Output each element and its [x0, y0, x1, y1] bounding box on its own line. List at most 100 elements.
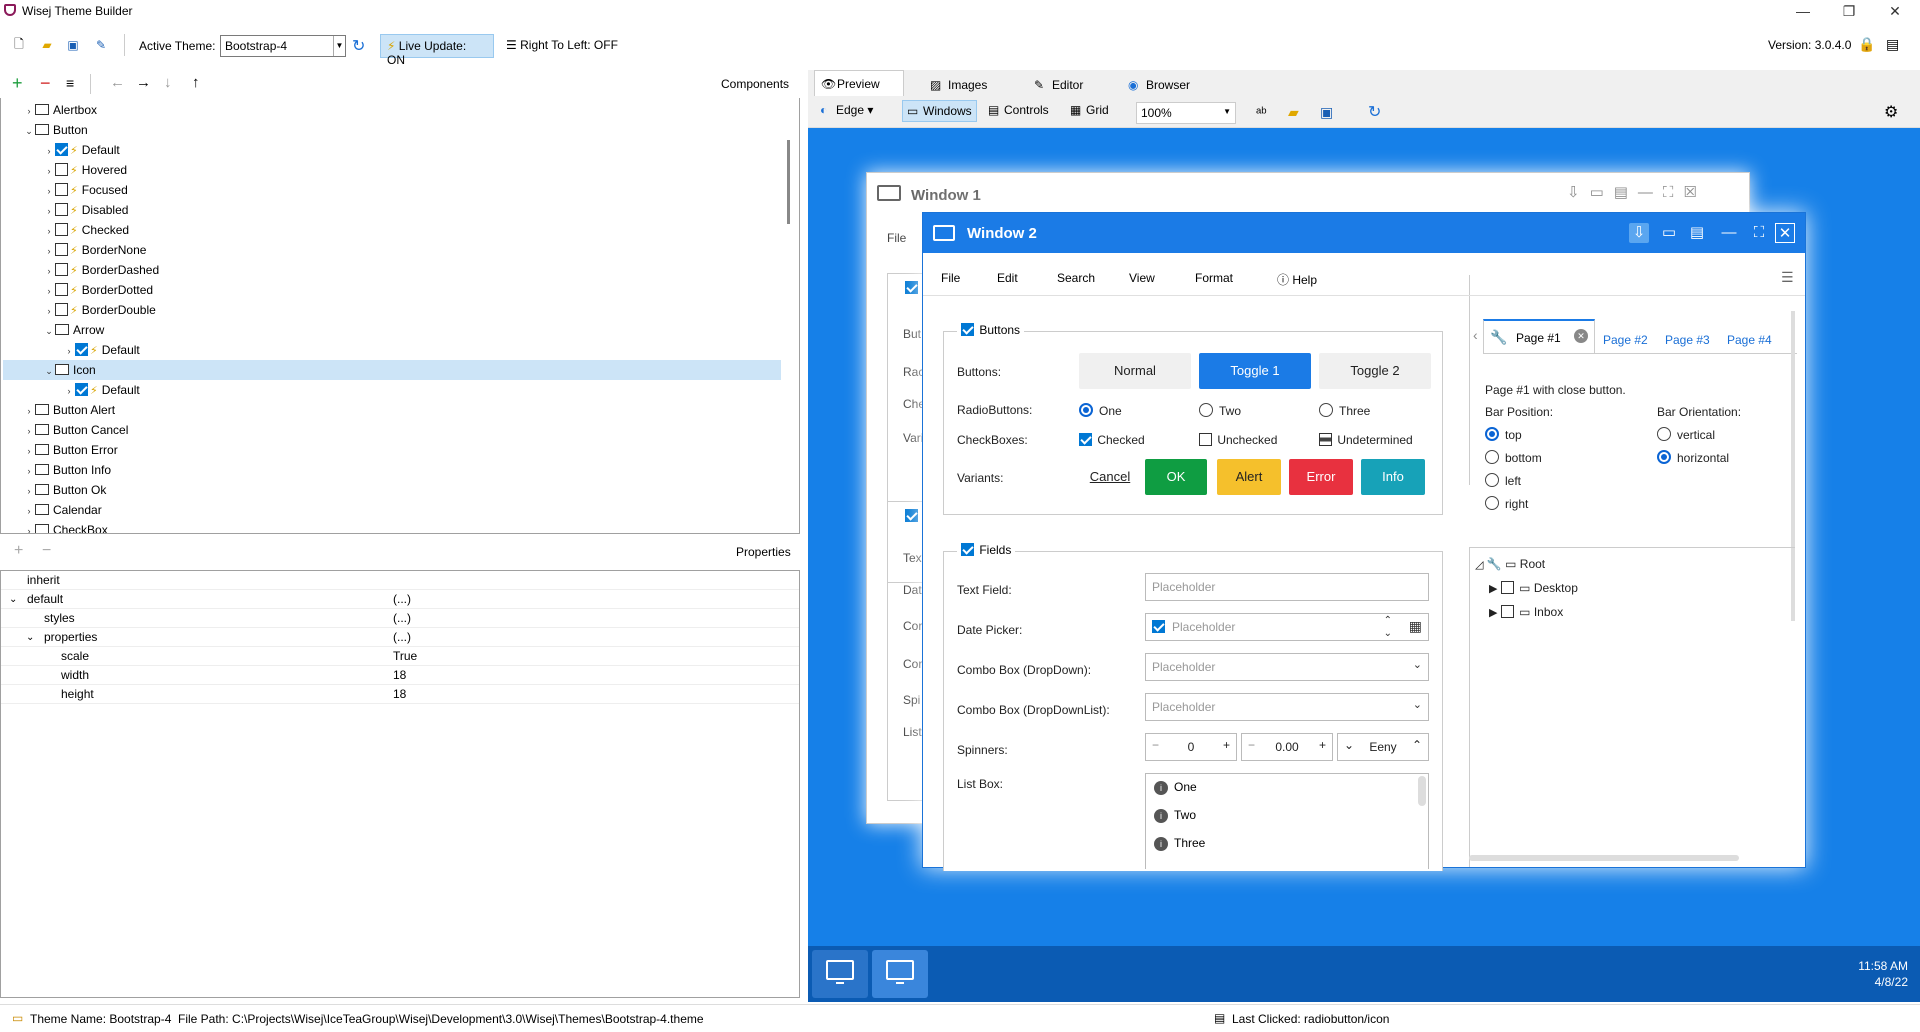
new-theme-icon[interactable]: 🗋: [10, 36, 28, 54]
spinner-decimal[interactable]: −0.00 +: [1241, 733, 1333, 761]
lock-icon[interactable]: 🔒: [1858, 36, 1875, 53]
save-as-icon[interactable]: ✎: [92, 36, 110, 54]
live-update-toggle[interactable]: ⚡ Live Update: ON: [380, 34, 494, 67]
minimize-icon[interactable]: —: [1719, 223, 1739, 243]
taskbar-window-1[interactable]: [812, 950, 868, 998]
tree-node[interactable]: › Button Error: [23, 440, 118, 460]
save-icon[interactable]: ▣: [1320, 104, 1333, 121]
tree-node[interactable]: ⌄ Button: [23, 120, 87, 140]
folder-icon[interactable]: ▭: [1659, 223, 1679, 243]
arrow-left-icon[interactable]: ←: [110, 74, 125, 91]
open-folder-icon[interactable]: ▰: [1288, 104, 1299, 121]
tab-page-3[interactable]: Page #3: [1665, 333, 1710, 347]
tree-root[interactable]: ◿ 🔧 ▭ Root: [1475, 557, 1545, 571]
listbox[interactable]: i One i Two i Three: [1145, 773, 1429, 869]
radio-two[interactable]: Two: [1199, 403, 1241, 418]
add-property-icon[interactable]: +: [14, 542, 23, 560]
combo-dropdown-input[interactable]: Placeholder ⌄: [1145, 653, 1429, 681]
components-tree[interactable]: › Alertbox ⌄ Button › ⚡ Default › ⚡ Hovered › ⚡ Focu…: [0, 98, 800, 534]
combo-dropdownlist-input[interactable]: Placeholder ⌄: [1145, 693, 1429, 721]
tree-node[interactable]: › ⚡ Default: [63, 340, 140, 360]
tab-page-4[interactable]: Page #4: [1727, 333, 1772, 347]
refresh-icon[interactable]: ↻: [1368, 102, 1381, 122]
tab-editor[interactable]: ✎ Editor: [1030, 72, 1120, 98]
cancel-button[interactable]: Cancel: [1079, 459, 1141, 495]
checkbox-undetermined[interactable]: Undetermined: [1319, 433, 1413, 447]
property-row[interactable]: styles (...): [1, 609, 799, 628]
tree-desktop[interactable]: ▶ ▭ Desktop: [1489, 581, 1578, 595]
chevron-left-icon[interactable]: ‹: [1473, 327, 1478, 343]
tree-node[interactable]: › ⚡ Focused: [43, 180, 128, 200]
window-1-controls[interactable]: ⇩▭▤—⛶☒: [1567, 183, 1707, 201]
toggle-1-button[interactable]: Toggle 1: [1199, 353, 1311, 389]
tree-node[interactable]: › ⚡ Checked: [43, 220, 129, 240]
tree-node[interactable]: › Button Alert: [23, 400, 116, 420]
menu-help[interactable]: ⓘ Help: [1277, 271, 1317, 288]
tree-node[interactable]: › Alertbox: [23, 100, 98, 120]
radio-three[interactable]: Three: [1319, 403, 1370, 418]
open-folder-icon[interactable]: ▰: [38, 36, 56, 54]
error-button[interactable]: Error: [1289, 459, 1353, 495]
buttons-group-title[interactable]: Buttons: [957, 323, 1025, 337]
window-1-menu-file[interactable]: File: [887, 231, 906, 245]
taskbar-window-2[interactable]: [872, 950, 928, 998]
property-row[interactable]: ⌄ default (...): [1, 590, 799, 609]
info-button[interactable]: Info: [1361, 459, 1425, 495]
list-item[interactable]: i Three: [1154, 836, 1205, 851]
tree-node[interactable]: › ⚡ BorderDouble: [43, 300, 156, 320]
tree-node[interactable]: › ⚡ Hovered: [43, 160, 127, 180]
tree-node[interactable]: › ⚡ Disabled: [43, 200, 128, 220]
ok-button[interactable]: OK: [1145, 459, 1207, 495]
menu-search[interactable]: Search: [1057, 271, 1095, 285]
bar-position-left[interactable]: left: [1485, 473, 1521, 488]
tree-inbox[interactable]: ▶ ▭ Inbox: [1489, 605, 1563, 619]
tree-hscrollbar[interactable]: [1469, 855, 1739, 861]
tab-page-1[interactable]: 🔧 Page #1 ✕: [1483, 319, 1595, 353]
tree-node[interactable]: › CheckBox: [23, 520, 108, 533]
tree-node[interactable]: › ⚡ BorderNone: [43, 240, 146, 260]
add-icon[interactable]: +: [12, 73, 23, 94]
property-row[interactable]: height 18: [1, 685, 799, 704]
view-windows-button[interactable]: ▭ Windows: [902, 100, 977, 122]
zoom-select[interactable]: 100% ▼: [1136, 102, 1236, 124]
save-icon[interactable]: ▣: [64, 36, 82, 54]
property-row[interactable]: width 18: [1, 666, 799, 685]
menu-file[interactable]: File: [941, 271, 960, 285]
toggle-2-button[interactable]: Toggle 2: [1319, 353, 1431, 389]
arrow-down-icon[interactable]: ↓: [164, 74, 172, 91]
bar-position-bottom[interactable]: bottom: [1485, 450, 1542, 465]
settings-window-icon[interactable]: ▤: [1886, 36, 1899, 53]
remove-property-icon[interactable]: −: [42, 542, 51, 560]
date-picker-input[interactable]: Placeholder ⌃ ⌄ ▦: [1145, 613, 1429, 641]
bar-orientation-horizontal[interactable]: horizontal: [1657, 450, 1729, 465]
tree-node[interactable]: ⌄ Icon: [43, 360, 95, 380]
remove-icon[interactable]: −: [40, 73, 51, 94]
browser-select[interactable]: ◐ Edge ▾: [816, 100, 877, 122]
arrow-right-icon[interactable]: →: [136, 74, 151, 91]
tree-node[interactable]: › Button Ok: [23, 480, 107, 500]
tab-images[interactable]: ▨ Images: [926, 72, 1016, 98]
spell-icon[interactable]: ᵃᵇ: [1256, 104, 1267, 120]
radio-one[interactable]: One: [1079, 403, 1122, 418]
property-row[interactable]: ⌄ properties (...): [1, 628, 799, 647]
tree-node[interactable]: › Button Cancel: [23, 420, 129, 440]
alert-button[interactable]: Alert: [1217, 459, 1281, 495]
checkbox-checked[interactable]: Checked: [1079, 433, 1145, 447]
tree-node[interactable]: › ⚡ BorderDashed: [43, 260, 159, 280]
maximize-icon[interactable]: ❐: [1826, 0, 1872, 22]
text-field-input[interactable]: Placeholder: [1145, 573, 1429, 601]
rtl-toggle[interactable]: ☰ Right To Left: OFF: [506, 38, 618, 52]
list-icon[interactable]: ▤: [1687, 223, 1707, 243]
spinner-int[interactable]: −0 +: [1145, 733, 1237, 761]
fields-group-title[interactable]: Fields: [957, 543, 1016, 557]
close-icon[interactable]: ✕: [1775, 223, 1795, 243]
normal-button[interactable]: Normal: [1079, 353, 1191, 389]
bar-position-right[interactable]: right: [1485, 496, 1528, 511]
active-theme-select[interactable]: Bootstrap-4 ▼: [220, 35, 346, 57]
listbox-scrollbar[interactable]: [1418, 776, 1426, 806]
tree-node[interactable]: ⌄ Arrow: [43, 320, 104, 340]
tree-node[interactable]: › ⚡ Default: [63, 380, 140, 400]
menu-edit[interactable]: Edit: [997, 271, 1018, 285]
menu-view[interactable]: View: [1129, 271, 1155, 285]
arrow-up-icon[interactable]: ↑: [192, 74, 200, 91]
